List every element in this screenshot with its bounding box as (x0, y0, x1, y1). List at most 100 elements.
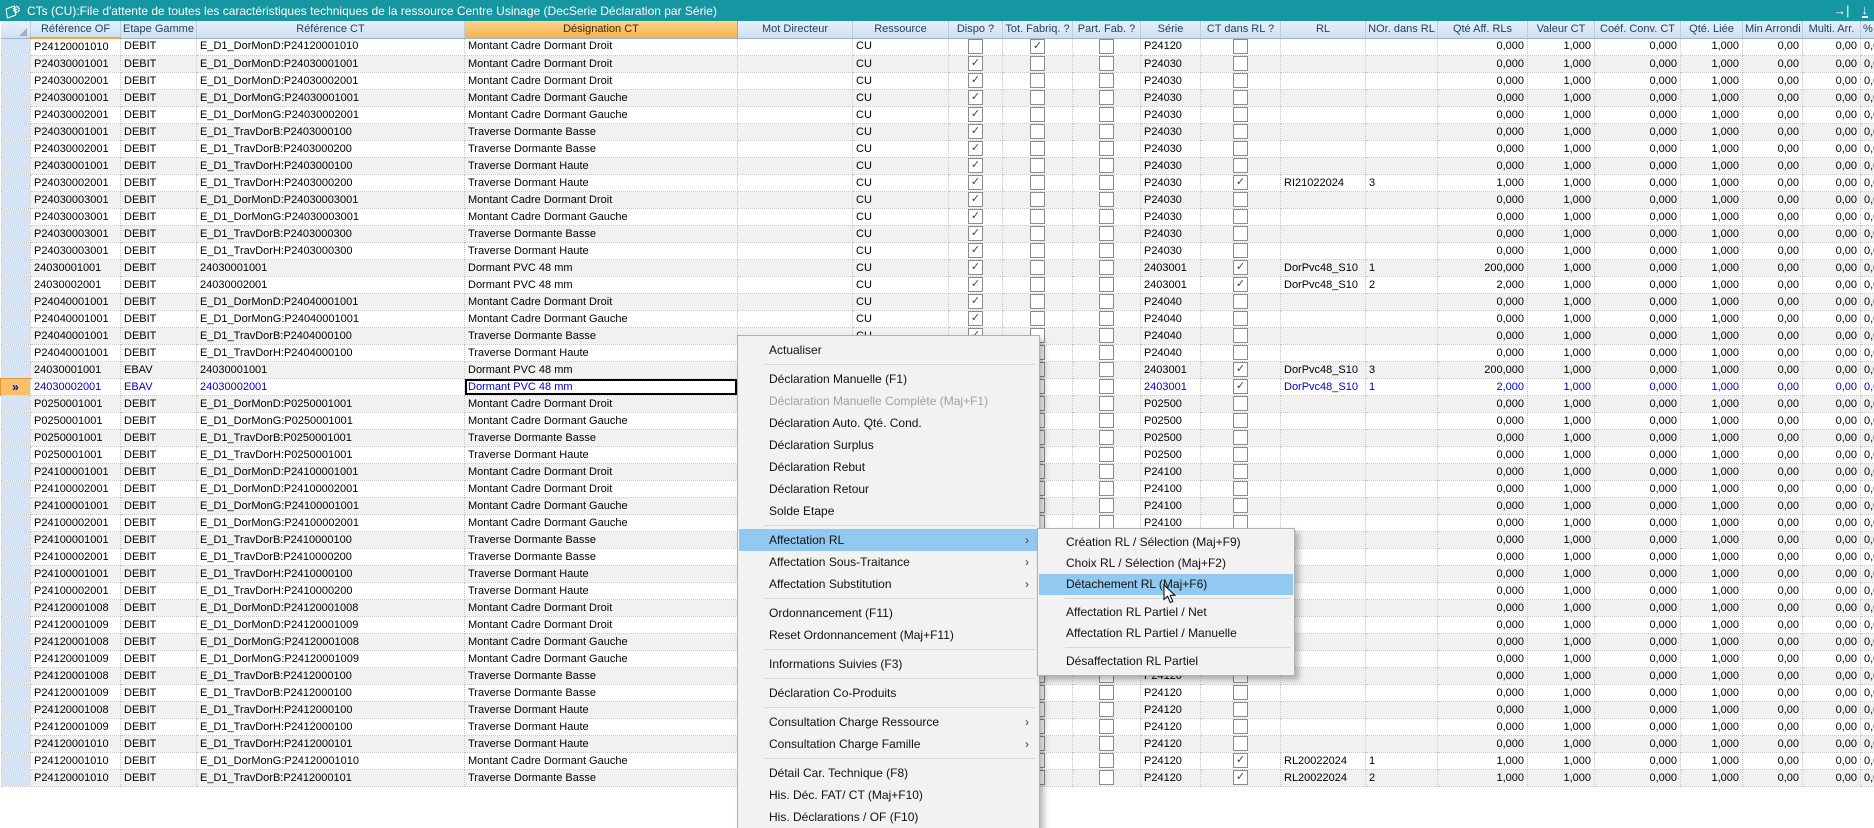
cell-designation-ct[interactable]: Montant Cadre Dormant Gauche (465, 498, 738, 515)
ct-dans-rl-checkbox[interactable] (1233, 685, 1248, 700)
cell-reference-of[interactable]: P24120001008 (31, 600, 121, 617)
cell-qte-liee[interactable]: 1,000 (1681, 209, 1743, 226)
cell-reference-of[interactable]: P24100002001 (31, 583, 121, 600)
cell-multi-arr[interactable]: 0,00 (1803, 515, 1861, 532)
cell-reference-of[interactable]: 24030001001 (31, 362, 121, 379)
cell-coef-conv-ct[interactable]: 0,000 (1595, 702, 1681, 719)
cell-valeur-ct[interactable]: 1,000 (1528, 719, 1595, 736)
cell-reference-of[interactable]: P24040001001 (31, 294, 121, 311)
cell-pct-aff[interactable]: 0,00 (1861, 124, 1874, 141)
cell-etape-gamme[interactable]: DEBIT (121, 396, 197, 413)
cell-rl[interactable]: RI21022024 (1281, 175, 1366, 192)
cell-valeur-ct[interactable]: 1,000 (1528, 209, 1595, 226)
cell-reference-ct[interactable]: E_D1_DorMonD:P24030001001 (197, 56, 465, 73)
cell-pct-aff[interactable]: 0,00 (1861, 413, 1874, 430)
dispo-checkbox-checked[interactable]: ✓ (968, 260, 983, 275)
part-fab-checkbox[interactable] (1099, 736, 1114, 751)
cell-valeur-ct[interactable]: 1,000 (1528, 583, 1595, 600)
cell-min-arrondi[interactable]: 0,00 (1743, 141, 1803, 158)
cell-mot-directeur[interactable] (738, 260, 853, 277)
dispo-checkbox-checked[interactable]: ✓ (968, 277, 983, 292)
cell-etape-gamme[interactable]: DEBIT (121, 38, 197, 56)
part-fab-checkbox[interactable] (1099, 124, 1114, 139)
part-fab-checkbox[interactable] (1099, 481, 1114, 496)
cell-etape-gamme[interactable]: DEBIT (121, 175, 197, 192)
ct-dans-rl-checkbox[interactable] (1233, 90, 1248, 105)
cell-multi-arr[interactable]: 0,00 (1803, 753, 1861, 770)
cell-rl[interactable] (1281, 345, 1366, 362)
cell-coef-conv-ct[interactable]: 0,000 (1595, 56, 1681, 73)
cell-multi-arr[interactable]: 0,00 (1803, 311, 1861, 328)
cell-reference-ct[interactable]: E_D1_TravDorB:P2412000100 (197, 685, 465, 702)
column-header-etape[interactable]: Etape Gamme (121, 21, 197, 38)
cell-coef-conv-ct[interactable]: 0,000 (1595, 345, 1681, 362)
dispo-checkbox-checked[interactable]: ✓ (968, 226, 983, 241)
cell-ressource[interactable]: CU (853, 209, 949, 226)
cell-ressource[interactable]: CU (853, 192, 949, 209)
cell-coef-conv-ct[interactable]: 0,000 (1595, 124, 1681, 141)
cell-reference-of[interactable]: P24030002001 (31, 107, 121, 124)
cell-reference-of[interactable]: P24100001001 (31, 566, 121, 583)
cell-rl[interactable] (1281, 498, 1366, 515)
cell-reference-ct[interactable]: E_D1_TravDorB:P2403000300 (197, 226, 465, 243)
cell-qte-liee[interactable]: 1,000 (1681, 396, 1743, 413)
cell-designation-ct[interactable]: Montant Cadre Dormant Droit (465, 396, 738, 413)
cell-coef-conv-ct[interactable]: 0,000 (1595, 311, 1681, 328)
cell-qte-liee[interactable]: 1,000 (1681, 56, 1743, 73)
part-fab-checkbox[interactable] (1099, 243, 1114, 258)
cell-designation-ct[interactable]: Traverse Dormante Basse (465, 328, 738, 345)
cell-reference-of[interactable]: P24030001001 (31, 90, 121, 107)
cell-reference-ct[interactable]: E_D1_DorMonG:P24100002001 (197, 515, 465, 532)
cell-qte-aff-rls[interactable]: 0,000 (1438, 209, 1528, 226)
part-fab-checkbox[interactable] (1099, 73, 1114, 88)
cell-serie[interactable]: 2403001 (1141, 260, 1201, 277)
column-header-ct[interactable]: Référence CT (197, 21, 465, 38)
tot-fabrique-checkbox[interactable] (1030, 141, 1045, 156)
cell-valeur-ct[interactable]: 1,000 (1528, 90, 1595, 107)
cell-coef-conv-ct[interactable]: 0,000 (1595, 175, 1681, 192)
cell-qte-aff-rls[interactable]: 0,000 (1438, 294, 1528, 311)
cell-min-arrondi[interactable]: 0,00 (1743, 668, 1803, 685)
cell-qte-aff-rls[interactable]: 0,000 (1438, 617, 1528, 634)
ct-dans-rl-checkbox[interactable] (1233, 158, 1248, 173)
cell-mot-directeur[interactable] (738, 277, 853, 294)
cell-coef-conv-ct[interactable]: 0,000 (1595, 73, 1681, 90)
ct-dans-rl-checkbox[interactable] (1233, 124, 1248, 139)
column-header-dispo[interactable]: Dispo ? (949, 21, 1003, 38)
cell-serie[interactable]: 2403001 (1141, 277, 1201, 294)
column-header-ctrl[interactable]: CT dans RL ? (1201, 21, 1281, 38)
cell-coef-conv-ct[interactable]: 0,000 (1595, 549, 1681, 566)
cell-valeur-ct[interactable]: 1,000 (1528, 651, 1595, 668)
cell-qte-aff-rls[interactable]: 0,000 (1438, 685, 1528, 702)
cell-coef-conv-ct[interactable]: 0,000 (1595, 481, 1681, 498)
cell-multi-arr[interactable]: 0,00 (1803, 260, 1861, 277)
column-header-res[interactable]: Ressource (853, 21, 949, 38)
cell-reference-ct[interactable]: E_D1_TravDorB:P0250001001 (197, 430, 465, 447)
cell-multi-arr[interactable]: 0,00 (1803, 328, 1861, 345)
cell-reference-of[interactable]: P24030002001 (31, 175, 121, 192)
cell-valeur-ct[interactable]: 1,000 (1528, 379, 1595, 396)
cell-reference-of[interactable]: P24120001009 (31, 651, 121, 668)
ct-dans-rl-checkbox-checked[interactable]: ✓ (1233, 260, 1248, 275)
ct-dans-rl-checkbox[interactable] (1233, 396, 1248, 411)
cell-etape-gamme[interactable]: DEBIT (121, 158, 197, 175)
cell-coef-conv-ct[interactable]: 0,000 (1595, 736, 1681, 753)
cell-valeur-ct[interactable]: 1,000 (1528, 413, 1595, 430)
tot-fabrique-checkbox[interactable] (1030, 243, 1045, 258)
tot-fabrique-checkbox[interactable] (1030, 158, 1045, 173)
cell-min-arrondi[interactable]: 0,00 (1743, 277, 1803, 294)
cell-qte-aff-rls[interactable]: 1,000 (1438, 175, 1528, 192)
cell-mot-directeur[interactable] (738, 56, 853, 73)
cell-etape-gamme[interactable]: DEBIT (121, 702, 197, 719)
cell-qte-aff-rls[interactable]: 0,000 (1438, 90, 1528, 107)
cell-reference-ct[interactable]: E_D1_DorMonD:P24100002001 (197, 481, 465, 498)
cell-rl[interactable] (1281, 464, 1366, 481)
row-selector[interactable] (1, 158, 31, 175)
ct-dans-rl-checkbox[interactable] (1233, 73, 1248, 88)
cell-pct-aff[interactable]: 0,00 (1861, 430, 1874, 447)
cell-min-arrondi[interactable]: 0,00 (1743, 736, 1803, 753)
cell-rl[interactable] (1281, 328, 1366, 345)
row-selector[interactable] (1, 583, 31, 600)
cell-coef-conv-ct[interactable]: 0,000 (1595, 600, 1681, 617)
cell-nor-dans-rl[interactable] (1366, 226, 1438, 243)
